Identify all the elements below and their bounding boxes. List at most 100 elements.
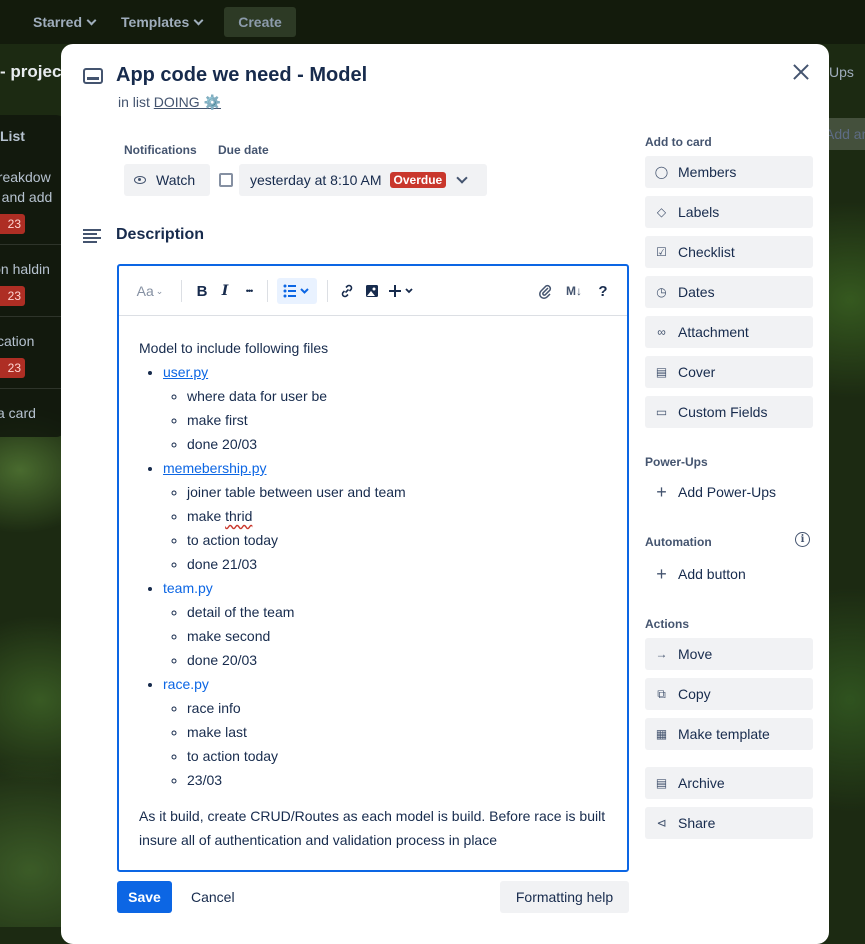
image-button[interactable] bbox=[362, 280, 382, 302]
add-button-button[interactable]: + Add button bbox=[645, 558, 813, 590]
note-item: detail of the team bbox=[187, 600, 609, 624]
file-link[interactable]: user.py bbox=[163, 364, 208, 380]
note-item: done 20/03 bbox=[187, 432, 609, 456]
archive-button[interactable]: ▤ Archive bbox=[645, 767, 813, 799]
paperclip-icon bbox=[539, 284, 552, 299]
templates-menu[interactable]: Templates bbox=[121, 14, 204, 30]
add-powerups-label: Add Power-Ups bbox=[678, 484, 777, 500]
due-date-value: yesterday at 8:10 AM bbox=[250, 172, 382, 188]
custom-fields-label: Custom Fields bbox=[678, 404, 768, 420]
cancel-button[interactable]: Cancel bbox=[191, 881, 235, 913]
card-title[interactable]: App code we need - Model bbox=[116, 64, 367, 87]
link-button[interactable] bbox=[337, 280, 357, 302]
description-intro: Model to include following files bbox=[139, 340, 329, 356]
background-card[interactable]: breakdow bbox=[0, 168, 62, 187]
due-date-label: Due date bbox=[218, 143, 269, 157]
toolbar-divider bbox=[327, 280, 328, 302]
checklist-button[interactable]: ☑ Checklist bbox=[645, 236, 813, 268]
background-card[interactable]: ion haldin bbox=[0, 260, 62, 279]
description-editor[interactable]: Aa ⌄ B I ••• M↓ ? Model to include follo… bbox=[117, 264, 629, 872]
actions-label: Actions bbox=[645, 617, 690, 631]
file-link[interactable]: team.py bbox=[163, 580, 213, 596]
clock-icon: ◷ bbox=[656, 285, 667, 299]
person-icon: ◯ bbox=[654, 165, 669, 179]
powerups-link[interactable]: Ups bbox=[829, 64, 854, 80]
cover-button[interactable]: ▤ Cover bbox=[645, 356, 813, 388]
text-style-dropdown[interactable]: Aa ⌄ bbox=[133, 280, 167, 302]
list-title: List bbox=[0, 128, 25, 144]
background-card[interactable]: tication bbox=[0, 332, 62, 351]
note-item: done 20/03 bbox=[187, 648, 609, 672]
share-button[interactable]: ⊲ Share bbox=[645, 807, 813, 839]
note-item: make last bbox=[187, 720, 609, 744]
make-template-button[interactable]: ▦ Make template bbox=[645, 718, 813, 750]
note-list: detail of the team make second done 20/0… bbox=[163, 600, 609, 672]
insert-menu-button[interactable] bbox=[387, 280, 417, 302]
arrow-right-icon: → bbox=[655, 647, 668, 661]
list-item: memebership.py joiner table between user… bbox=[163, 456, 609, 576]
watch-button[interactable]: Watch bbox=[124, 164, 210, 196]
create-button[interactable]: Create bbox=[224, 7, 296, 37]
due-date-button[interactable]: yesterday at 8:10 AM Overdue bbox=[239, 164, 487, 196]
card-icon bbox=[83, 68, 103, 84]
starred-menu[interactable]: Starred bbox=[33, 14, 97, 30]
tag-icon: ◇ bbox=[656, 205, 667, 219]
add-card-button[interactable]: l a card bbox=[0, 404, 62, 423]
list-breadcrumb: in list DOING ⚙️ bbox=[118, 94, 221, 111]
italic-button[interactable]: I bbox=[217, 280, 233, 302]
due-complete-checkbox[interactable] bbox=[219, 173, 233, 187]
starred-label: Starred bbox=[33, 14, 83, 30]
members-button[interactable]: ◯ Members bbox=[645, 156, 813, 188]
bullet-list-icon bbox=[283, 284, 309, 298]
labels-button[interactable]: ◇ Labels bbox=[645, 196, 813, 228]
bold-button[interactable]: B bbox=[193, 280, 211, 302]
note-item: make first bbox=[187, 408, 609, 432]
list-item: team.py detail of the team make second d… bbox=[163, 576, 609, 672]
file-link[interactable]: race.py bbox=[163, 676, 209, 692]
list-link[interactable]: DOING ⚙️ bbox=[154, 94, 221, 110]
copy-icon: ⧉ bbox=[657, 686, 666, 701]
plus-icon bbox=[389, 285, 413, 297]
attachment-label: Attachment bbox=[678, 324, 749, 340]
labels-label: Labels bbox=[678, 204, 720, 220]
toolbar-divider bbox=[181, 280, 182, 302]
more-formatting-button[interactable]: ••• bbox=[239, 280, 259, 302]
top-nav: Starred Templates Create bbox=[0, 0, 865, 44]
copy-button[interactable]: ⧉ Copy bbox=[645, 678, 813, 710]
list-format-button[interactable] bbox=[277, 278, 317, 304]
board-title: - projec bbox=[0, 62, 62, 81]
info-icon[interactable]: i bbox=[795, 532, 810, 547]
add-button-label: Add button bbox=[678, 566, 746, 582]
dates-label: Dates bbox=[678, 284, 715, 300]
attachment-button[interactable]: ∞ Attachment bbox=[645, 316, 813, 348]
markdown-toggle[interactable]: M↓ bbox=[563, 280, 585, 302]
attachment-button[interactable] bbox=[535, 280, 555, 302]
image-icon bbox=[366, 285, 378, 297]
close-icon[interactable] bbox=[789, 60, 813, 84]
list-item: user.py where data for user be make firs… bbox=[163, 360, 609, 456]
misspelled-word: thrid bbox=[225, 508, 253, 524]
background-card[interactable]: e and add bbox=[0, 188, 62, 207]
help-button[interactable]: ? bbox=[595, 280, 611, 302]
save-button[interactable]: Save bbox=[117, 881, 172, 913]
list-item: race.py race info make last to action to… bbox=[163, 672, 609, 792]
file-link[interactable]: memebership.py bbox=[163, 460, 267, 476]
add-powerups-button[interactable]: + Add Power-Ups bbox=[645, 476, 813, 508]
copy-label: Copy bbox=[678, 686, 711, 702]
note-item: to action today bbox=[187, 744, 609, 768]
custom-fields-button[interactable]: ▭ Custom Fields bbox=[645, 396, 813, 428]
editor-toolbar: Aa ⌄ B I ••• M↓ ? bbox=[119, 266, 627, 316]
overdue-badge: Overdue bbox=[389, 172, 447, 188]
move-label: Move bbox=[678, 646, 713, 662]
checkbox-icon: ☑ bbox=[656, 245, 667, 259]
description-content[interactable]: Model to include following files user.py… bbox=[139, 336, 609, 852]
formatting-help-button[interactable]: Formatting help bbox=[500, 881, 629, 913]
paperclip-icon: ∞ bbox=[657, 325, 666, 339]
note-item: to action today bbox=[187, 528, 609, 552]
move-button[interactable]: → Move bbox=[645, 638, 813, 670]
note-list: joiner table between user and team make … bbox=[163, 480, 609, 576]
dates-button[interactable]: ◷ Dates bbox=[645, 276, 813, 308]
description-title: Description bbox=[116, 226, 205, 243]
card-detail-modal: App code we need - Model in list DOING ⚙… bbox=[61, 44, 829, 944]
note-text: make bbox=[187, 508, 226, 524]
